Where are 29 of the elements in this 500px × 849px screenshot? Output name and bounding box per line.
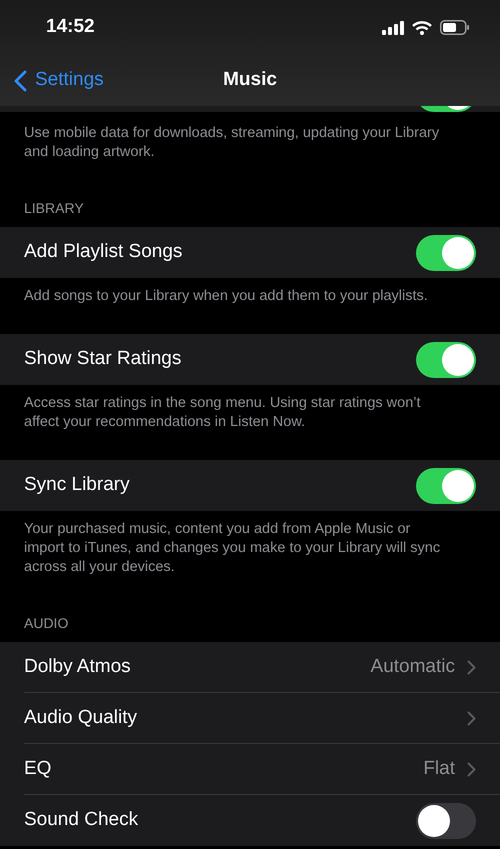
- chevron-left-icon: [14, 70, 27, 92]
- chevron-right-icon: [467, 710, 476, 726]
- toggle-switch[interactable]: [416, 234, 476, 270]
- section-footer: Use mobile data for downloads, streaming, updating your Library and loading artwork.: [0, 124, 500, 162]
- signal-icon: [382, 20, 404, 34]
- section-header: LIBRARY: [23, 199, 85, 218]
- toggle-switch[interactable]: [416, 342, 476, 378]
- back-button[interactable]: Settings: [0, 66, 104, 95]
- toggle-switch[interactable]: [416, 468, 476, 504]
- wifi-icon: [412, 20, 432, 34]
- battery-icon: [440, 20, 470, 35]
- setting-value: Automatic: [370, 654, 455, 679]
- setting-label: Show Star Ratings: [24, 347, 182, 372]
- setting-label: Add Playlist Songs: [24, 240, 184, 264]
- section-footer: Add songs to your Library when you add them to your playlists.: [0, 278, 500, 306]
- setting-label: Sync Library: [24, 473, 131, 498]
- setting-value: Flat: [423, 756, 455, 781]
- toggle-switch[interactable]: [416, 802, 476, 838]
- section-footer: Your purchased music, content you add from Apple Music or import to iTunes, and changes you make to your Library will sync across all your devices.: [0, 511, 500, 577]
- chevron-right-icon: [467, 660, 476, 674]
- setting-label: Audio Quality: [24, 706, 138, 730]
- setting-label: Sound Check: [24, 808, 140, 832]
- section-footer: Access star ratings in the song menu. Using star ratings won’t affect your recommendations in Listen Now.: [0, 385, 500, 432]
- chevron-right-icon: [467, 762, 476, 776]
- setting-label: Dolby Atmos: [24, 654, 132, 679]
- setting-label: EQ: [24, 756, 52, 781]
- section-header: AUDIO: [23, 614, 70, 633]
- status-time: 14:52: [46, 15, 95, 40]
- page-title: Music: [223, 68, 277, 92]
